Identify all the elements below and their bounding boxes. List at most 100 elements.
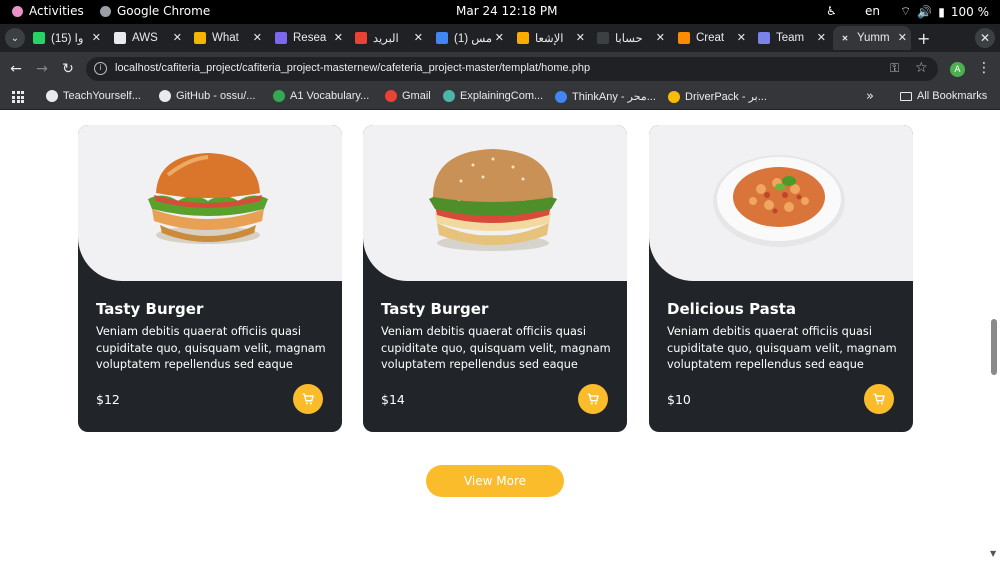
tab-strip: ⌄ (15) وا ✕ AWS ✕ What ✕ Resea ✕ البريد ✕ (1) مس ✕ ا…: [0, 24, 1000, 52]
language-indicator[interactable]: en: [865, 4, 880, 18]
all-bookmarks-label: All Bookmarks: [917, 90, 988, 102]
scroll-down-arrow-icon[interactable]: ▼: [990, 549, 996, 558]
burger-image: [148, 153, 268, 244]
tab-title: AWS: [132, 32, 158, 44]
bookmark-favicon-icon: [385, 90, 397, 102]
item-title: Tasty Burger: [96, 300, 204, 318]
burger-image: [429, 149, 557, 251]
tab-favicon-icon: [33, 32, 45, 44]
tab-favicon-icon: [678, 32, 690, 44]
item-title: Tasty Burger: [381, 300, 489, 318]
reload-button[interactable]: ↻: [58, 59, 78, 79]
activities-icon: [12, 5, 23, 17]
browser-tab[interactable]: ✕ Yumm ✕: [833, 26, 911, 50]
view-more-button[interactable]: View More: [426, 465, 564, 497]
cart-icon: [302, 393, 314, 405]
tab-title: (15) وا: [51, 33, 84, 45]
tab-favicon-icon: [597, 32, 609, 44]
browser-tab[interactable]: Team ✕: [752, 26, 830, 50]
tab-title: الإشعا: [535, 33, 564, 45]
browser-tab[interactable]: Resea ✕: [269, 26, 347, 50]
browser-tab[interactable]: حسابا ✕: [591, 26, 669, 50]
tab-close-icon[interactable]: ✕: [253, 31, 262, 44]
bookmark-label: ExplainingCom...: [460, 90, 544, 102]
bookmark-label: A1 Vocabulary...: [290, 90, 370, 102]
tab-close-icon[interactable]: ✕: [817, 31, 826, 44]
bookmark-item[interactable]: DriverPack - بر...: [668, 90, 767, 103]
browser-tab[interactable]: Creat ✕: [672, 26, 750, 50]
bookmark-favicon-icon: [555, 90, 567, 103]
item-description: Veniam debitis quaerat officiis quasi cu…: [667, 325, 897, 371]
password-key-icon[interactable]: ⚿: [890, 61, 899, 76]
tab-favicon-icon: [194, 32, 206, 44]
profile-avatar[interactable]: A: [950, 62, 965, 77]
apps-grid-icon[interactable]: [12, 91, 24, 103]
site-info-icon[interactable]: i: [94, 62, 107, 75]
menu-card: Tasty Burger Veniam debitis quaerat offi…: [363, 125, 627, 432]
page-scrollbar[interactable]: ▼: [988, 111, 1000, 562]
add-to-cart-button[interactable]: [578, 384, 608, 414]
page-viewport: Tasty Burger Veniam debitis quaerat offi…: [0, 111, 1000, 562]
browser-tab[interactable]: What ✕: [188, 26, 266, 50]
tab-search-button[interactable]: ⌄: [5, 28, 25, 48]
forward-button[interactable]: →: [32, 59, 52, 79]
new-tab-button[interactable]: +: [917, 29, 930, 48]
tab-close-icon[interactable]: ✕: [495, 31, 504, 44]
bookmark-item[interactable]: A1 Vocabulary...: [273, 90, 369, 102]
more-bookmarks-icon[interactable]: »: [866, 89, 874, 104]
tab-title: Team: [776, 32, 805, 44]
browser-tab[interactable]: البريد ✕: [349, 26, 427, 50]
tab-favicon-icon: [517, 32, 529, 44]
bookmark-item[interactable]: ThinkAny - محر...: [555, 90, 656, 103]
tab-close-icon[interactable]: ✕: [92, 31, 101, 44]
bookmark-favicon-icon: [273, 90, 285, 102]
app-menu[interactable]: Google Chrome: [100, 4, 210, 18]
bookmark-favicon-icon: [443, 90, 455, 102]
window-close-button[interactable]: ✕: [975, 28, 995, 48]
item-description: Veniam debitis quaerat officiis quasi cu…: [381, 325, 611, 371]
scrollbar-thumb[interactable]: [991, 319, 997, 375]
tab-title: Yumm: [857, 32, 890, 44]
bookmark-label: ThinkAny - محر...: [572, 91, 656, 103]
bookmark-label: TeachYourself...: [63, 90, 141, 102]
bookmark-favicon-icon: [46, 90, 58, 102]
tab-close-icon[interactable]: ✕: [173, 31, 182, 44]
tab-close-icon[interactable]: ✕: [576, 31, 585, 44]
tab-title: (1) مس: [454, 33, 493, 45]
url-text: localhost/cafiteria_project/cafiteria_pr…: [115, 62, 591, 74]
bookmark-label: DriverPack - بر...: [685, 91, 767, 103]
tab-close-icon[interactable]: ✕: [656, 31, 665, 44]
bookmark-label: GitHub - ossu/...: [176, 90, 256, 102]
tab-favicon-icon: [355, 32, 367, 44]
browser-tab[interactable]: AWS ✕: [108, 26, 186, 50]
menu-card: Delicious Pasta Veniam debitis quaerat o…: [649, 125, 913, 432]
browser-tab[interactable]: الإشعا ✕: [511, 26, 589, 50]
bookmark-item[interactable]: TeachYourself...: [46, 90, 141, 102]
bookmark-item[interactable]: ExplainingCom...: [443, 90, 543, 102]
browser-tab[interactable]: (1) مس ✕: [430, 26, 508, 50]
accessibility-icon[interactable]: ♿: [826, 4, 837, 18]
system-status[interactable]: ⌔ 🔊 ▮ 100 %: [900, 4, 989, 19]
back-button[interactable]: ←: [6, 59, 26, 79]
add-to-cart-button[interactable]: [864, 384, 894, 414]
tab-title: البريد: [373, 33, 399, 45]
browser-tab[interactable]: (15) وا ✕: [27, 26, 105, 50]
item-description: Veniam debitis quaerat officiis quasi cu…: [96, 325, 326, 371]
tab-close-icon[interactable]: ✕: [414, 31, 423, 44]
add-to-cart-button[interactable]: [293, 384, 323, 414]
tab-close-icon[interactable]: ✕: [898, 31, 907, 44]
activities-label: Activities: [29, 4, 84, 18]
tab-favicon-icon: ✕: [841, 33, 849, 43]
clock[interactable]: Mar 24 12:18 PM: [456, 4, 558, 18]
bookmark-item[interactable]: Gmail: [385, 90, 431, 102]
bookmark-star-icon[interactable]: ☆: [915, 60, 928, 76]
tab-title: Creat: [696, 32, 725, 44]
activities-button[interactable]: Activities: [12, 4, 84, 18]
tab-close-icon[interactable]: ✕: [334, 31, 343, 44]
address-bar[interactable]: i localhost/cafiteria_project/cafiteria_…: [86, 57, 938, 81]
bookmark-item[interactable]: GitHub - ossu/...: [159, 90, 255, 102]
item-price: $12: [96, 392, 120, 407]
tab-close-icon[interactable]: ✕: [737, 31, 746, 44]
chrome-menu-icon[interactable]: ⋮: [977, 60, 991, 76]
all-bookmarks-button[interactable]: All Bookmarks: [900, 90, 987, 102]
